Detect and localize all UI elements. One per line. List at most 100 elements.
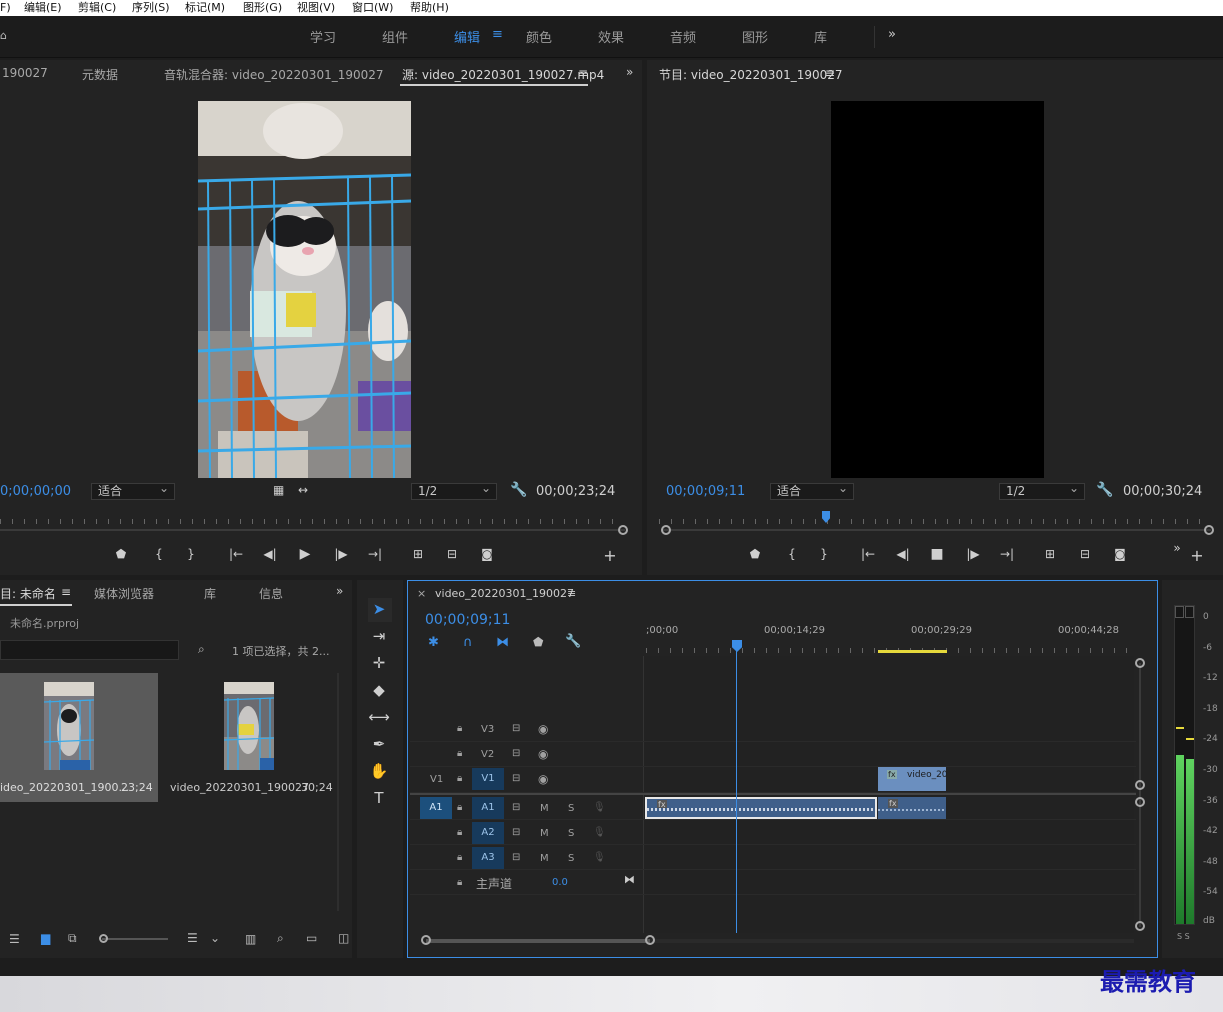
source-playhead-timecode[interactable]: 0;00;00;00 xyxy=(0,484,71,499)
program-playhead-timecode[interactable]: 00;00;09;11 xyxy=(666,484,745,499)
menu-item-sequence[interactable]: 序列(S) xyxy=(132,0,170,16)
mark-in-icon[interactable]: { xyxy=(150,547,168,561)
home-icon[interactable]: ⌂ xyxy=(0,29,7,42)
drag-video-icon[interactable]: ↔ xyxy=(298,483,308,497)
tab-info[interactable]: 信息 xyxy=(259,585,283,602)
project-search-input[interactable] xyxy=(0,640,179,660)
v3-label[interactable]: V3 xyxy=(481,724,494,735)
timeline-playhead-line[interactable] xyxy=(736,650,737,933)
menu-item-window[interactable]: 窗口(W) xyxy=(352,0,393,16)
automate-to-sequence-icon[interactable]: ▥ xyxy=(245,932,256,946)
project-menu-icon[interactable]: ≡ xyxy=(61,585,71,599)
step-back-icon[interactable]: ◀| xyxy=(261,547,279,561)
program-time-ruler[interactable] xyxy=(659,511,1211,525)
workspace-color[interactable]: 颜色 xyxy=(526,27,552,46)
project-item-sequence[interactable]: video_20220301_190027 30;24 xyxy=(162,673,338,802)
export-frame-camera-icon[interactable]: ◙ xyxy=(478,547,496,561)
sort-dropdown-icon[interactable]: ⌄ xyxy=(210,931,220,945)
v1-source-patch[interactable]: V1 xyxy=(430,774,443,785)
meter-solo-buttons[interactable]: S S xyxy=(1177,932,1190,941)
a3-sync-icon[interactable]: ⊟ xyxy=(512,852,520,863)
a1-mic-icon[interactable]: 🎙︎ xyxy=(593,802,606,813)
tab-program[interactable]: 节目: video_20220301_190027 xyxy=(659,66,843,83)
master-volume-value[interactable]: 0.0 xyxy=(552,877,568,888)
new-search-bin-icon[interactable]: ⌕ xyxy=(198,642,205,657)
pen-tool-icon[interactable]: ✒ xyxy=(368,733,390,755)
tab-libraries[interactable]: 库 xyxy=(204,585,216,602)
workspace-assembly[interactable]: 组件 xyxy=(382,27,408,46)
workspace-effects[interactable]: 效果 xyxy=(598,27,624,46)
workspace-editing[interactable]: 编辑 xyxy=(454,27,480,46)
go-to-in-icon[interactable]: |← xyxy=(227,547,245,561)
linked-selection-icon[interactable]: ⧓ xyxy=(496,635,509,650)
a1-lock-icon[interactable]: 🔒︎ xyxy=(457,802,462,813)
program-mark-out-icon[interactable]: } xyxy=(815,547,833,561)
v2-lock-icon[interactable]: 🔒︎ xyxy=(457,748,462,759)
stop-icon[interactable]: ■ xyxy=(928,546,946,562)
workspace-audio[interactable]: 音频 xyxy=(670,27,696,46)
program-settings-wrench-icon[interactable]: 🔧 xyxy=(1096,482,1113,498)
project-scrollbar[interactable] xyxy=(337,673,339,911)
program-more-icon[interactable]: » xyxy=(1168,541,1186,555)
source-zoom-handle[interactable] xyxy=(618,525,628,535)
source-time-ruler[interactable] xyxy=(0,511,618,525)
v3-lock-icon[interactable]: 🔒︎ xyxy=(457,723,462,734)
find-icon[interactable]: ⌕ xyxy=(277,931,284,946)
freeform-view-icon[interactable]: ⧉ xyxy=(68,931,77,946)
timeline-timecode[interactable]: 00;00;09;11 xyxy=(425,612,510,628)
timeline-sequence-tab[interactable]: video_20220301_190027 xyxy=(435,587,574,600)
hand-tool-icon[interactable]: ✋ xyxy=(368,760,390,782)
new-item-icon[interactable]: ◫ xyxy=(338,931,349,945)
workspace-libraries[interactable]: 库 xyxy=(814,27,827,46)
source-settings-wrench-icon[interactable]: 🔧 xyxy=(510,482,527,498)
workspace-more-icon[interactable]: » xyxy=(888,27,896,42)
program-export-frame-camera-icon[interactable]: ◙ xyxy=(1111,547,1129,561)
a3-lock-icon[interactable]: 🔒︎ xyxy=(457,852,462,863)
program-step-forward-icon[interactable]: |▶ xyxy=(964,547,982,561)
workspace-learn[interactable]: 学习 xyxy=(310,27,336,46)
tab-project[interactable]: 目: 未命名 xyxy=(0,585,56,602)
play-icon[interactable]: ▶ xyxy=(296,546,314,562)
hscroll-thumb[interactable] xyxy=(426,939,650,943)
program-step-back-icon[interactable]: ◀| xyxy=(894,547,912,561)
source-fit-dropdown[interactable]: 适合 xyxy=(91,481,175,500)
timeline-close-icon[interactable]: × xyxy=(417,587,426,600)
insert-icon[interactable]: ⊞ xyxy=(409,547,427,561)
program-go-to-out-icon[interactable]: →| xyxy=(998,547,1016,561)
hscroll-handle-right[interactable] xyxy=(645,935,655,945)
thumbnail-size-slider[interactable] xyxy=(102,938,168,940)
tab-media-browser[interactable]: 媒体浏览器 xyxy=(94,585,154,602)
vscroll-handle-audio[interactable] xyxy=(1135,797,1145,807)
project-more-icon[interactable]: » xyxy=(336,584,343,598)
audio-clip-2[interactable]: fx xyxy=(878,797,946,819)
tab-metadata[interactable]: 元数据 xyxy=(82,66,118,83)
sort-icons-icon[interactable]: ☰ xyxy=(187,931,198,945)
tab-source[interactable]: 源: video_20220301_190027.mp4 xyxy=(402,66,604,83)
menu-item-clip[interactable]: 剪辑(C) xyxy=(78,0,116,16)
v3-sync-icon[interactable]: ⊟ xyxy=(512,723,520,734)
timeline-add-marker-icon[interactable]: ⬟ xyxy=(533,635,543,649)
a2-lock-icon[interactable]: 🔒︎ xyxy=(457,827,462,838)
v1-target-button[interactable]: V1 xyxy=(472,768,504,790)
snap-magnet-icon[interactable]: ∩ xyxy=(463,635,473,650)
program-go-to-in-icon[interactable]: |← xyxy=(859,547,877,561)
v2-eye-icon[interactable]: ◉ xyxy=(538,747,548,761)
mark-out-icon[interactable]: } xyxy=(182,547,200,561)
a3-mic-icon[interactable]: 🎙︎ xyxy=(593,852,606,863)
overwrite-icon[interactable]: ⊟ xyxy=(443,547,461,561)
a2-mute-button[interactable]: M xyxy=(540,828,549,839)
selection-tool-icon[interactable]: ➤ xyxy=(368,598,390,620)
workspace-graphics[interactable]: 图形 xyxy=(742,27,768,46)
a2-target-button[interactable]: A2 xyxy=(472,822,504,844)
hscroll-handle-left[interactable] xyxy=(421,935,431,945)
track-select-tool-icon[interactable]: ⇥ xyxy=(368,625,390,647)
v3-eye-icon[interactable]: ◉ xyxy=(538,722,548,736)
a2-sync-icon[interactable]: ⊟ xyxy=(512,827,520,838)
program-menu-icon[interactable]: ≡ xyxy=(825,66,835,80)
audio-clip-selected[interactable]: fx xyxy=(645,797,877,819)
tab-prev-source[interactable]: 190027 xyxy=(2,66,48,80)
menu-item-file[interactable]: F) xyxy=(0,0,11,16)
thumbnail-size-handle[interactable] xyxy=(99,934,108,943)
icon-view-icon[interactable]: ▆ xyxy=(41,931,50,945)
a1-source-patch[interactable]: A1 xyxy=(420,797,452,819)
